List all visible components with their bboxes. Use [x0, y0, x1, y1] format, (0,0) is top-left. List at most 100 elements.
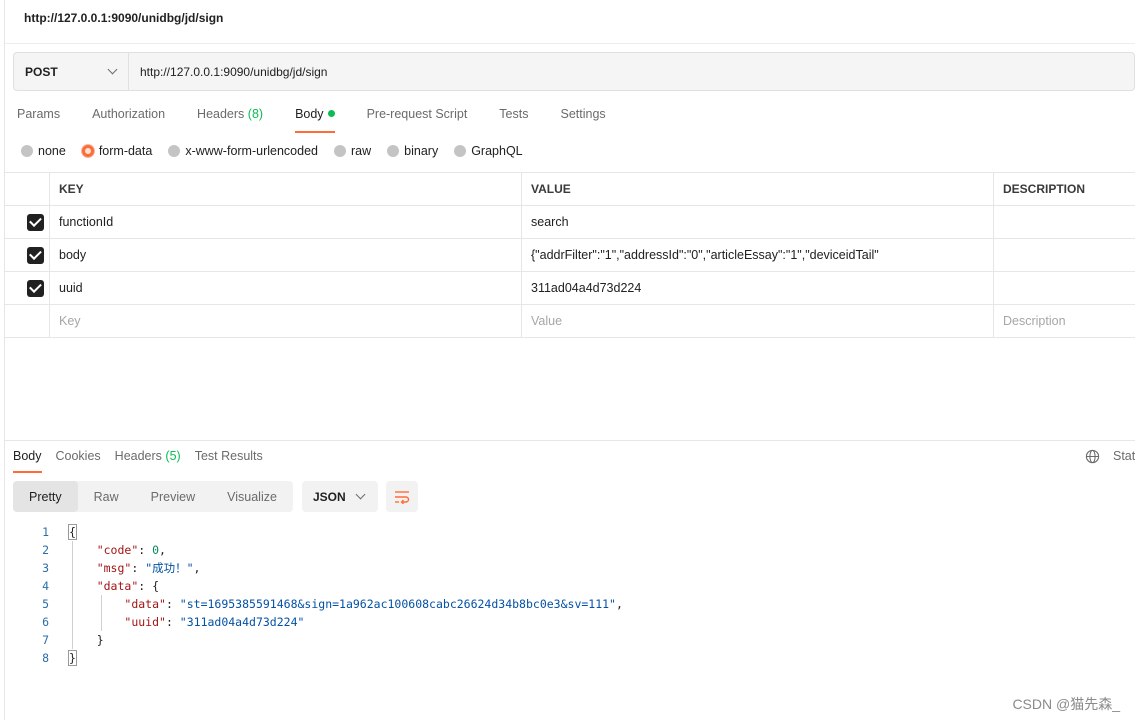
view-pretty-button[interactable]: Pretty	[13, 481, 78, 512]
url-input[interactable]	[129, 53, 1134, 90]
tab-headers[interactable]: Headers (8)	[197, 107, 263, 131]
globe-icon[interactable]	[1085, 449, 1100, 464]
column-header-description: DESCRIPTION	[1003, 182, 1086, 196]
response-code-view[interactable]: 1 { 2 "code": 0, 3 "msg": "成功！", 4 "data…	[13, 523, 623, 667]
status-dot-icon	[327, 110, 335, 117]
method-select[interactable]: POST	[14, 53, 129, 90]
resp-tab-test-results[interactable]: Test Results	[195, 449, 263, 471]
value-placeholder[interactable]: Value	[522, 305, 994, 337]
code-line: 7 }	[13, 631, 623, 649]
radio-binary[interactable]: binary	[387, 144, 438, 158]
wrap-lines-button[interactable]	[386, 481, 418, 512]
code-comma: ,	[615, 597, 623, 611]
radio-form-data[interactable]: form-data	[81, 144, 152, 158]
checkbox-checked-icon[interactable]	[27, 279, 44, 297]
code-key: "uuid"	[124, 615, 166, 629]
code-line: 4 "data": {	[13, 577, 623, 595]
code-comma: ,	[193, 561, 201, 575]
row-key[interactable]: uuid	[50, 272, 522, 304]
line-number: 2	[42, 543, 49, 557]
tab-label: Params	[17, 107, 61, 121]
code-key: "msg"	[96, 561, 132, 575]
tab-tests[interactable]: Tests	[499, 107, 528, 131]
code-brace: }	[96, 633, 104, 647]
code-sep: :	[138, 543, 153, 557]
tab-label: Authorization	[92, 107, 166, 121]
tab-label: Headers	[197, 107, 245, 121]
row-key[interactable]: functionId	[50, 206, 522, 238]
params-table: KEY VALUE DESCRIPTION functionId search …	[5, 172, 1135, 338]
response-tabs: Body Cookies Headers (5) Test Results	[13, 449, 277, 473]
code-brace: {	[68, 524, 77, 540]
row-value[interactable]: 311ad04a4d73d224	[522, 272, 994, 304]
line-number: 3	[42, 561, 49, 575]
tab-label: Body	[295, 107, 324, 121]
radio-label: GraphQL	[471, 144, 523, 158]
view-visualize-button[interactable]: Visualize	[211, 481, 293, 512]
checkbox-checked-icon[interactable]	[27, 213, 44, 231]
view-preview-button[interactable]: Preview	[135, 481, 211, 512]
request-title: http://127.0.0.1:9090/unidbg/jd/sign	[24, 11, 224, 25]
code-brace: {	[152, 579, 160, 593]
code-brace: }	[68, 650, 77, 666]
resp-tab-body[interactable]: Body	[13, 449, 42, 473]
tab-label: Body	[13, 449, 42, 463]
table-header-row: KEY VALUE DESCRIPTION	[5, 173, 1135, 206]
row-key[interactable]: body	[50, 239, 522, 271]
code-string: "成功！"	[145, 561, 194, 575]
tab-label: Test Results	[194, 449, 263, 463]
tab-pre-request-script[interactable]: Pre-request Script	[367, 107, 468, 131]
chevron-down-icon	[355, 489, 366, 500]
code-key: "data"	[124, 597, 166, 611]
tab-body[interactable]: Body	[295, 107, 335, 133]
code-line: 2 "code": 0,	[13, 541, 623, 559]
radio-raw[interactable]: raw	[334, 144, 371, 158]
header-check-cell	[5, 173, 50, 205]
radio-icon	[334, 145, 346, 157]
view-raw-button[interactable]: Raw	[78, 481, 135, 512]
wrap-lines-icon	[395, 490, 410, 504]
tab-label: Settings	[560, 107, 606, 121]
radio-x-www-form-urlencoded[interactable]: x-www-form-urlencoded	[168, 144, 318, 158]
method-label: POST	[25, 64, 58, 79]
column-header-value: VALUE	[522, 173, 994, 205]
tab-count: (5)	[165, 449, 181, 463]
code-sep: :	[131, 561, 146, 575]
radio-icon	[387, 145, 400, 157]
format-select[interactable]: JSON	[302, 481, 378, 512]
radio-selected-icon	[81, 145, 94, 157]
table-row: functionId search	[5, 206, 1135, 239]
tab-count: (8)	[247, 107, 264, 121]
watermark: CSDN @猫先森_	[1012, 696, 1120, 712]
table-row-new: Key Value Description	[5, 305, 1135, 338]
table-row: uuid 311ad04a4d73d224	[5, 272, 1135, 305]
checkbox-checked-icon[interactable]	[27, 246, 44, 264]
tab-authorization[interactable]: Authorization	[92, 107, 165, 131]
row-value[interactable]: search	[522, 206, 994, 238]
line-number: 4	[42, 579, 49, 593]
line-number: 8	[42, 651, 49, 665]
row-description[interactable]	[994, 206, 1135, 238]
tab-label: Pre-request Script	[366, 107, 468, 121]
radio-graphql[interactable]: GraphQL	[454, 144, 523, 158]
tab-params[interactable]: Params	[17, 107, 60, 131]
description-placeholder[interactable]: Description	[994, 305, 1135, 337]
row-description[interactable]	[994, 239, 1135, 271]
resp-tab-headers[interactable]: Headers (5)	[115, 449, 181, 471]
row-value[interactable]: {"addrFilter":"1","addressId":"0","artic…	[522, 239, 994, 271]
radio-label: x-www-form-urlencoded	[185, 144, 318, 158]
radio-none[interactable]: none	[21, 144, 66, 158]
response-divider[interactable]	[5, 440, 1135, 441]
row-check-cell	[5, 305, 50, 337]
tab-settings[interactable]: Settings	[560, 107, 605, 131]
view-mode-segment: Pretty Raw Preview Visualize	[13, 481, 293, 512]
radio-label: none	[38, 144, 66, 158]
key-placeholder[interactable]: Key	[50, 305, 522, 337]
row-description[interactable]	[994, 272, 1135, 304]
resp-tab-cookies[interactable]: Cookies	[56, 449, 101, 471]
left-edge-rule	[4, 0, 5, 720]
code-line: 3 "msg": "成功！",	[13, 559, 623, 577]
radio-icon	[168, 145, 181, 157]
format-label: JSON	[313, 489, 346, 504]
code-key: "code"	[96, 543, 139, 557]
